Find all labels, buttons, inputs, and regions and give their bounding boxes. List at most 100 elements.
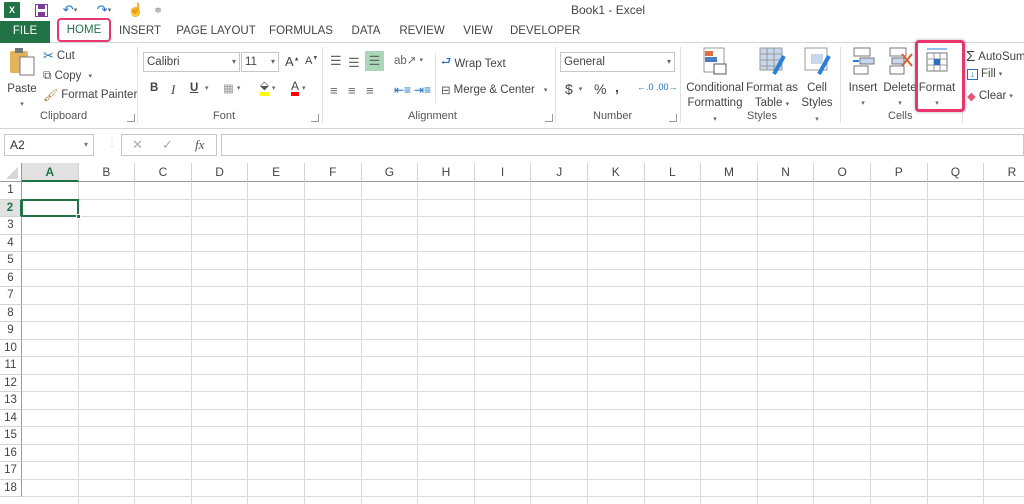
insert-function-icon[interactable]: fx [195, 137, 204, 153]
decrease-indent-button[interactable]: ⇤≡ [394, 83, 411, 97]
save-icon[interactable] [34, 2, 48, 18]
orientation-button[interactable]: ab↗ ▾ [394, 53, 423, 67]
tab-home[interactable]: HOME [57, 18, 111, 42]
row-header-7[interactable]: 7 [0, 287, 22, 305]
font-name-combo[interactable]: Calibri ▾ [143, 52, 240, 72]
column-header-c[interactable]: C [135, 163, 192, 182]
font-launcher-icon[interactable] [311, 114, 319, 122]
row-header-13[interactable]: 13 [0, 392, 22, 410]
column-header-j[interactable]: J [531, 163, 588, 182]
decrease-decimal-button[interactable]: .00→ [656, 82, 678, 92]
bottom-align-button[interactable]: ☰ [365, 51, 384, 71]
tab-review[interactable]: REVIEW [397, 21, 447, 43]
wrap-text-button[interactable]: ⮐ Wrap Text [441, 54, 506, 73]
decrease-font-size-button[interactable]: A▼ [305, 55, 318, 67]
currency-button[interactable]: $ ▾ [565, 81, 582, 97]
redo-icon[interactable]: ↷ ▾ [94, 2, 114, 18]
fill-button[interactable]: ↓ Fill ▾ [967, 68, 1002, 80]
paste-button[interactable]: Paste ▾ [4, 47, 40, 112]
delete-cells-button[interactable]: Delete ▾ [882, 46, 918, 111]
spreadsheet-grid[interactable]: A B C D E F G H I J K L M N O P Q R 1 2 3 4 5 6 7 8 9 10 11 12 13 14 15 1… [0, 163, 1024, 504]
select-all-button[interactable] [0, 163, 22, 182]
increase-decimal-button[interactable]: ←.0 [637, 82, 654, 92]
column-header-b[interactable]: B [78, 163, 136, 182]
percent-button[interactable]: % [594, 81, 606, 97]
tab-data[interactable]: DATA [347, 21, 385, 43]
number-format-combo[interactable]: General ▾ [560, 52, 675, 72]
row-header-10[interactable]: 10 [0, 339, 22, 357]
increase-indent-button[interactable]: ⇥≡ [414, 83, 431, 97]
bold-button[interactable]: B [150, 82, 158, 94]
align-left-button[interactable]: ≡ [330, 83, 338, 98]
row-header-12[interactable]: 12 [0, 374, 22, 392]
row-header-2[interactable]: 2 [0, 199, 22, 217]
clipboard-launcher-icon[interactable] [127, 114, 135, 122]
column-header-r[interactable]: R [984, 163, 1024, 182]
column-header-l[interactable]: L [644, 163, 702, 182]
column-header-g[interactable]: G [361, 163, 419, 182]
underline-dropdown[interactable]: ▾ [205, 84, 209, 92]
column-header-m[interactable]: M [701, 163, 758, 182]
row-header-17[interactable]: 17 [0, 462, 22, 480]
comma-button[interactable]: , [615, 79, 619, 95]
column-header-f[interactable]: F [305, 163, 362, 182]
fill-color-button[interactable]: ⬙ ▾ [260, 80, 275, 96]
conditional-formatting-button[interactable]: Conditional Formatting ▾ [685, 46, 745, 127]
row-header-18[interactable]: 18 [0, 479, 22, 497]
copy-button[interactable]: ⧉ Copy ▾ [43, 68, 92, 83]
tab-file[interactable]: FILE [0, 21, 50, 43]
column-header-p[interactable]: P [871, 163, 928, 182]
alignment-launcher-icon[interactable] [545, 114, 553, 122]
row-header-6[interactable]: 6 [0, 269, 22, 287]
column-header-h[interactable]: H [418, 163, 475, 182]
clear-button[interactable]: ◆ Clear ▾ [967, 89, 1013, 103]
insert-cells-button[interactable]: Insert ▾ [845, 46, 881, 111]
column-header-n[interactable]: N [757, 163, 815, 182]
merge-center-button[interactable]: ⊟ Merge & Center ▾ [441, 83, 547, 97]
cell-styles-button[interactable]: Cell Styles ▾ [798, 46, 836, 127]
cut-button[interactable]: ✂ Cut [43, 48, 75, 64]
column-header-d[interactable]: D [191, 163, 249, 182]
row-header-8[interactable]: 8 [0, 304, 22, 322]
column-header-a[interactable]: A [22, 163, 79, 182]
align-center-button[interactable]: ≡ [348, 83, 356, 98]
number-launcher-icon[interactable] [669, 114, 677, 122]
name-box[interactable]: A2 ▾ [4, 134, 94, 156]
row-header-4[interactable]: 4 [0, 234, 22, 252]
autosum-button[interactable]: Σ AutoSum [966, 48, 1024, 65]
column-header-q[interactable]: Q [927, 163, 985, 182]
column-header-e[interactable]: E [248, 163, 305, 182]
italic-button[interactable]: I [171, 82, 175, 98]
formula-bar-grip[interactable]: ⋮ [107, 138, 117, 149]
tab-insert[interactable]: INSERT [118, 21, 162, 43]
enter-icon[interactable]: ✓ [162, 137, 173, 153]
middle-align-button[interactable]: ☰ [348, 55, 360, 71]
top-align-button[interactable]: ☰ [330, 53, 342, 69]
row-header-14[interactable]: 14 [0, 409, 22, 427]
font-size-combo[interactable]: 11 ▾ [241, 52, 279, 72]
row-header-16[interactable]: 16 [0, 444, 22, 462]
selected-cell[interactable] [21, 198, 79, 217]
row-header-9[interactable]: 9 [0, 322, 22, 340]
row-header-5[interactable]: 5 [0, 252, 22, 270]
tab-developer[interactable]: DEVELOPER [510, 21, 580, 43]
underline-button[interactable]: U [190, 82, 198, 94]
format-painter-button[interactable]: 🖌 Format Painter [43, 88, 137, 102]
customize-qat-icon[interactable]: ≑ [154, 2, 162, 18]
row-header-15[interactable]: 15 [0, 427, 22, 445]
undo-icon[interactable]: ↶ ▾ [60, 2, 80, 18]
column-header-i[interactable]: I [474, 163, 532, 182]
align-right-button[interactable]: ≡ [366, 83, 374, 98]
fill-handle[interactable] [75, 214, 81, 219]
tab-view[interactable]: VIEW [458, 21, 498, 43]
formula-input[interactable] [221, 134, 1024, 156]
cancel-icon[interactable]: ✕ [132, 137, 143, 153]
font-color-button[interactable]: A ▾ [291, 80, 306, 96]
row-header-1[interactable]: 1 [0, 182, 22, 200]
format-as-table-button[interactable]: Format as Table ▾ [746, 46, 798, 112]
tab-page-layout[interactable]: PAGE LAYOUT [175, 21, 257, 43]
tab-formulas[interactable]: FORMULAS [267, 21, 335, 43]
borders-button[interactable]: ▦ ▾ [223, 81, 240, 95]
increase-font-size-button[interactable]: A▲ [285, 54, 300, 69]
row-header-3[interactable]: 3 [0, 217, 22, 235]
